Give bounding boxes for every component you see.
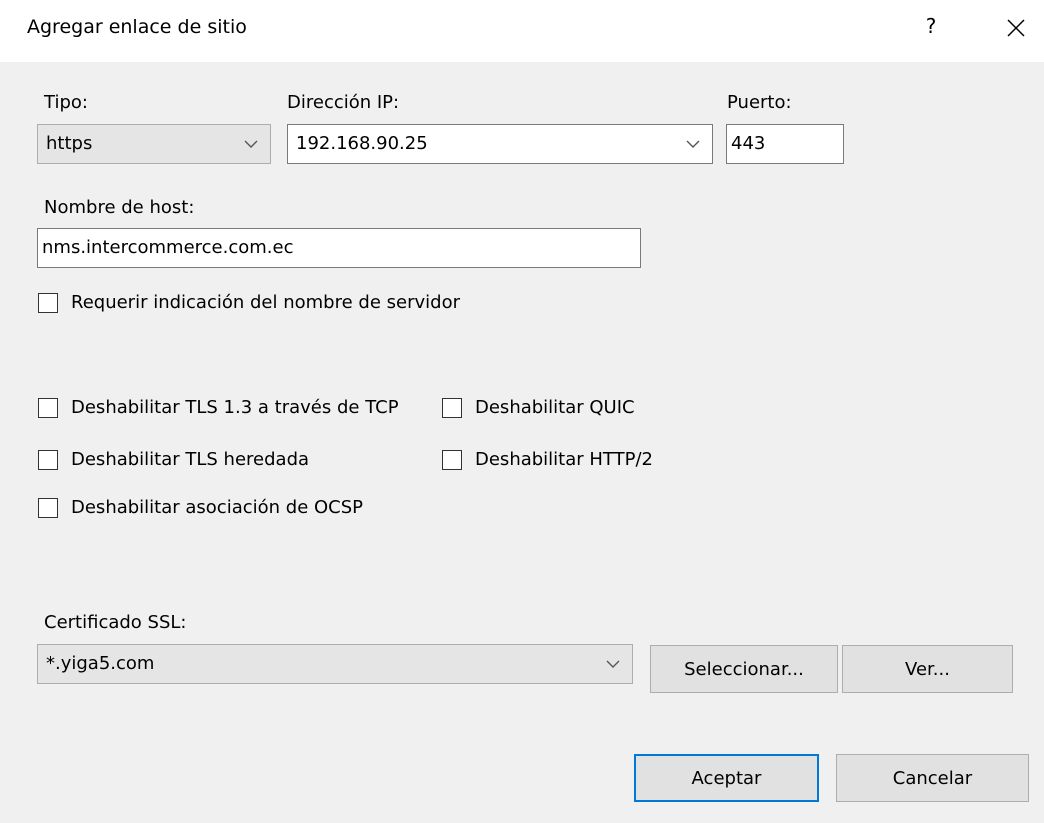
port-value: 443	[731, 133, 766, 154]
require-sni-checkbox[interactable]: Requerir indicación del nombre de servid…	[38, 292, 460, 313]
checkbox-box[interactable]	[442, 449, 462, 470]
disable-quic-label: Deshabilitar QUIC	[475, 397, 635, 418]
disable-http2-label: Deshabilitar HTTP/2	[475, 449, 653, 470]
select-certificate-button[interactable]: Seleccionar...	[650, 645, 838, 693]
ip-label: Dirección IP:	[287, 92, 400, 113]
type-value: https	[46, 133, 93, 154]
help-button[interactable]: ?	[920, 14, 942, 38]
ssl-certificate-dropdown[interactable]: *.yiga5.com	[37, 644, 633, 684]
port-input[interactable]: 443	[726, 124, 844, 164]
host-label: Nombre de host:	[44, 197, 195, 218]
cancel-button[interactable]: Cancelar	[836, 754, 1029, 802]
close-icon	[1007, 19, 1025, 37]
checkbox-box[interactable]	[38, 497, 58, 518]
host-input[interactable]: nms.intercommerce.com.ec	[37, 228, 641, 268]
title-bar: Agregar enlace de sitio ?	[0, 0, 1044, 62]
disable-legacy-tls-checkbox[interactable]: Deshabilitar TLS heredada	[38, 449, 309, 470]
port-label: Puerto:	[727, 92, 792, 113]
disable-tls13-tcp-checkbox[interactable]: Deshabilitar TLS 1.3 a través de TCP	[38, 397, 399, 418]
chevron-down-icon	[244, 140, 258, 148]
chevron-down-icon	[606, 660, 620, 668]
checkbox-box[interactable]	[38, 449, 58, 470]
ip-value: 192.168.90.25	[296, 133, 428, 154]
ok-button[interactable]: Aceptar	[634, 754, 819, 802]
view-certificate-button[interactable]: Ver...	[842, 645, 1013, 693]
ip-combobox[interactable]: 192.168.90.25	[287, 124, 713, 164]
disable-http2-checkbox[interactable]: Deshabilitar HTTP/2	[442, 449, 653, 470]
checkbox-box[interactable]	[442, 397, 462, 418]
ssl-label: Certificado SSL:	[44, 612, 187, 633]
disable-ocsp-label: Deshabilitar asociación de OCSP	[71, 497, 364, 518]
ssl-value: *.yiga5.com	[46, 653, 155, 674]
checkbox-box[interactable]	[38, 397, 58, 418]
require-sni-label: Requerir indicación del nombre de servid…	[71, 292, 460, 313]
host-value: nms.intercommerce.com.ec	[42, 237, 294, 258]
chevron-down-icon	[686, 140, 700, 148]
checkbox-box[interactable]	[38, 292, 58, 313]
disable-ocsp-checkbox[interactable]: Deshabilitar asociación de OCSP	[38, 497, 363, 518]
disable-quic-checkbox[interactable]: Deshabilitar QUIC	[442, 397, 635, 418]
disable-legacy-tls-label: Deshabilitar TLS heredada	[71, 449, 310, 470]
dialog-title: Agregar enlace de sitio	[27, 16, 247, 38]
type-label: Tipo:	[44, 92, 88, 113]
type-dropdown[interactable]: https	[37, 124, 271, 164]
close-button[interactable]	[996, 8, 1036, 48]
disable-tls13-tcp-label: Deshabilitar TLS 1.3 a través de TCP	[71, 397, 399, 418]
